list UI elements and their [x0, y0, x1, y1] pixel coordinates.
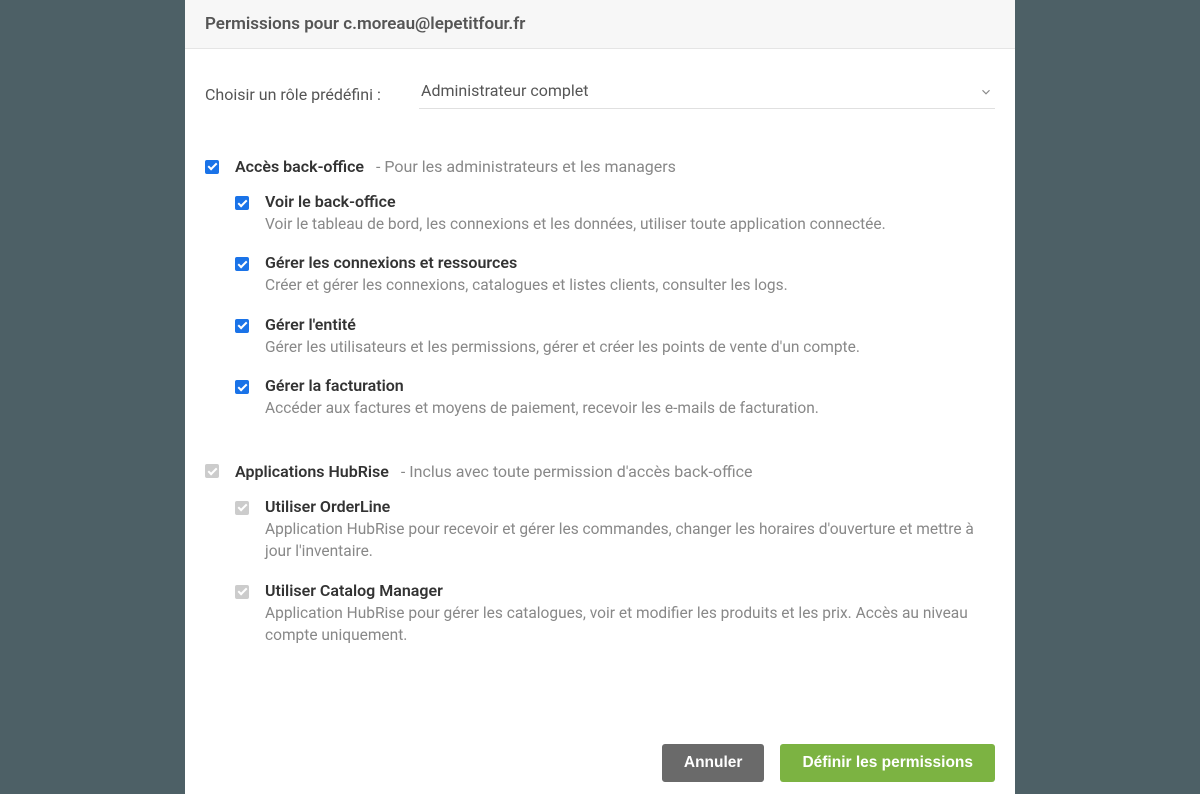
- modal-header: Permissions pour c.moreau@lepetitfour.fr: [185, 0, 1015, 49]
- section-checkbox[interactable]: [205, 160, 219, 174]
- perm-desc: Créer et gérer les connexions, catalogue…: [265, 274, 788, 296]
- perm-desc: Application HubRise pour gérer les catal…: [265, 602, 995, 647]
- sections-container: Accès back-office - Pour les administrat…: [205, 157, 995, 647]
- modal-footer: Annuler Définir les permissions: [185, 732, 1015, 794]
- perms-list: Utiliser OrderLine Application HubRise po…: [235, 497, 995, 647]
- perm-item: Gérer les connexions et ressources Créer …: [235, 253, 995, 296]
- perm-title: Gérer la facturation: [265, 376, 819, 395]
- perm-content: Gérer les connexions et ressources Créer …: [265, 253, 788, 296]
- perm-checkbox: [235, 501, 249, 515]
- perm-checkbox: [235, 585, 249, 599]
- perm-checkbox[interactable]: [235, 257, 249, 271]
- role-label: Choisir un rôle prédéfini :: [205, 85, 419, 104]
- section-header: Applications HubRise - Inclus avec toute…: [205, 462, 995, 481]
- role-row: Choisir un rôle prédéfini : Administrate…: [205, 79, 995, 109]
- perm-title: Gérer les connexions et ressources: [265, 253, 788, 272]
- perm-desc: Voir le tableau de bord, les connexions …: [265, 213, 886, 235]
- modal-body: Choisir un rôle prédéfini : Administrate…: [185, 49, 1015, 732]
- perm-title: Utiliser OrderLine: [265, 497, 995, 516]
- permissions-modal: Permissions pour c.moreau@lepetitfour.fr…: [185, 0, 1015, 794]
- perm-content: Gérer la facturation Accéder aux factures…: [265, 376, 819, 419]
- perms-list: Voir le back-office Voir le tableau de bo…: [235, 192, 995, 420]
- section-title: Applications HubRise: [235, 462, 389, 481]
- perm-content: Utiliser OrderLine Application HubRise po…: [265, 497, 995, 563]
- cancel-button[interactable]: Annuler: [662, 744, 765, 782]
- perm-desc: Application HubRise pour recevoir et gér…: [265, 518, 995, 563]
- permission-section: Applications HubRise - Inclus avec toute…: [205, 462, 995, 647]
- section-header: Accès back-office - Pour les administrat…: [205, 157, 995, 176]
- section-title: Accès back-office: [235, 157, 364, 176]
- perm-desc: Gérer les utilisateurs et les permission…: [265, 336, 860, 358]
- perm-item: Gérer la facturation Accéder aux factures…: [235, 376, 995, 419]
- perm-item: Gérer l'entité Gérer les utilisateurs et …: [235, 315, 995, 358]
- section-subtitle: - Inclus avec toute permission d'accès b…: [401, 462, 753, 481]
- perm-item: Utiliser Catalog Manager Application HubR…: [235, 581, 995, 647]
- role-value: Administrateur complet: [421, 81, 588, 100]
- perm-content: Voir le back-office Voir le tableau de bo…: [265, 192, 886, 235]
- perm-checkbox[interactable]: [235, 196, 249, 210]
- perm-title: Voir le back-office: [265, 192, 886, 211]
- role-select[interactable]: Administrateur complet: [419, 79, 995, 109]
- perm-item: Voir le back-office Voir le tableau de bo…: [235, 192, 995, 235]
- permission-section: Accès back-office - Pour les administrat…: [205, 157, 995, 420]
- section-subtitle: - Pour les administrateurs et les manage…: [376, 157, 676, 176]
- section-checkbox: [205, 464, 219, 478]
- perm-checkbox[interactable]: [235, 380, 249, 394]
- perm-title: Utiliser Catalog Manager: [265, 581, 995, 600]
- perm-item: Utiliser OrderLine Application HubRise po…: [235, 497, 995, 563]
- perm-desc: Accéder aux factures et moyens de paieme…: [265, 397, 819, 419]
- perm-checkbox[interactable]: [235, 319, 249, 333]
- chevron-down-icon: [979, 84, 993, 98]
- submit-button[interactable]: Définir les permissions: [780, 744, 995, 782]
- perm-content: Utiliser Catalog Manager Application HubR…: [265, 581, 995, 647]
- modal-title: Permissions pour c.moreau@lepetitfour.fr: [205, 14, 995, 34]
- perm-content: Gérer l'entité Gérer les utilisateurs et …: [265, 315, 860, 358]
- perm-title: Gérer l'entité: [265, 315, 860, 334]
